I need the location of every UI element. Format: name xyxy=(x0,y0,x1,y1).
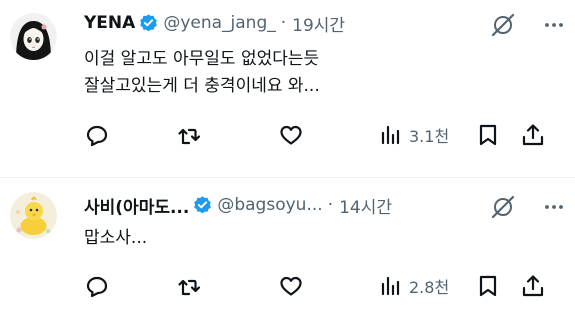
more-options-icon[interactable] xyxy=(541,194,567,220)
share-button[interactable] xyxy=(520,273,546,299)
views-count: 3.1천 xyxy=(409,127,450,146)
timestamp[interactable]: 19시간 xyxy=(292,11,345,36)
bookmark-icon xyxy=(479,124,497,146)
heart-icon xyxy=(280,125,302,145)
display-name[interactable]: 사비(아마도... xyxy=(84,193,189,218)
action-bar: 3.1천 xyxy=(0,120,575,150)
retweet-icon xyxy=(178,279,201,296)
handle[interactable]: @yena_jang_ xyxy=(163,13,275,33)
reply-button[interactable] xyxy=(84,122,110,148)
views-button[interactable]: 2.8천 xyxy=(378,273,468,299)
bookmark-icon xyxy=(479,275,497,297)
views-chart-icon xyxy=(381,125,400,145)
reply-icon xyxy=(86,125,108,147)
bookmark-button[interactable] xyxy=(475,273,501,299)
handle[interactable]: @bagsoyu... xyxy=(217,195,322,215)
tweet-header: 사비(아마도... @bagsoyu... · 14시간 xyxy=(84,193,392,218)
views-chart-icon xyxy=(381,276,400,296)
share-icon xyxy=(522,275,544,297)
tweet-text: 맙소사... xyxy=(84,228,148,248)
reply-icon xyxy=(86,276,108,298)
avatar[interactable] xyxy=(10,192,57,239)
retweet-icon xyxy=(178,128,201,145)
more-options-icon[interactable] xyxy=(541,12,567,38)
retweet-button[interactable] xyxy=(176,273,202,299)
grok-icon[interactable] xyxy=(490,12,516,38)
tweet[interactable]: YENA @yena_jang_ · 19시간 이걸 알고도 아무일도 없었다는… xyxy=(0,0,575,178)
verified-badge-icon xyxy=(140,13,158,31)
heart-icon xyxy=(280,276,302,296)
tweet-text: 이걸 알고도 아무일도 없었다는듯 잘살고있는게 더 충격이네요 와... xyxy=(84,49,320,96)
separator-dot: · xyxy=(280,13,287,33)
tweet-header: YENA @yena_jang_ · 19시간 xyxy=(84,11,345,36)
like-button[interactable] xyxy=(278,273,304,299)
views-button[interactable]: 3.1천 xyxy=(378,122,468,148)
display-name[interactable]: YENA xyxy=(84,13,135,33)
tweet[interactable]: 사비(아마도... @bagsoyu... · 14시간 맙소사... 2.8천 xyxy=(0,178,575,312)
avatar[interactable] xyxy=(10,13,57,60)
action-bar: 2.8천 xyxy=(0,271,575,301)
verified-badge-icon xyxy=(194,195,212,213)
retweet-button[interactable] xyxy=(176,122,202,148)
reply-button[interactable] xyxy=(84,273,110,299)
separator-dot: · xyxy=(327,195,334,215)
grok-icon[interactable] xyxy=(490,194,516,220)
timestamp[interactable]: 14시간 xyxy=(339,193,392,218)
share-button[interactable] xyxy=(520,122,546,148)
views-count: 2.8천 xyxy=(409,278,450,297)
share-icon xyxy=(522,124,544,146)
bookmark-button[interactable] xyxy=(475,122,501,148)
like-button[interactable] xyxy=(278,122,304,148)
